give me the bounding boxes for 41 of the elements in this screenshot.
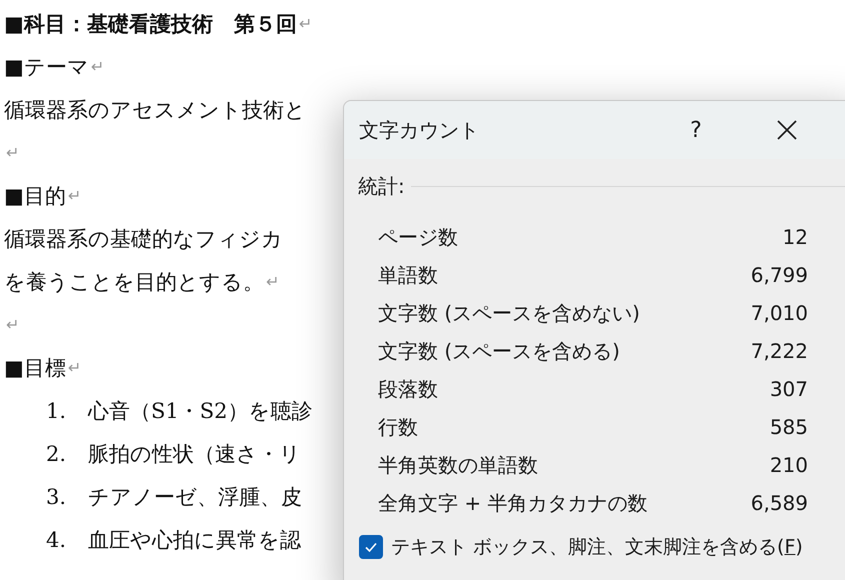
stat-label: ページ数: [378, 224, 458, 250]
stat-value: 210: [770, 453, 808, 477]
heading-text: ■科目：基礎看護技術 第５回: [4, 10, 297, 38]
paragraph-mark: ↵: [90, 57, 104, 76]
list-item-text: 1. 心音（S1・S2）を聴診: [46, 398, 312, 424]
stat-value: 12: [782, 225, 808, 249]
body-text: を養うことを目的とする。: [4, 268, 264, 296]
paragraph-mark: ↵: [68, 358, 82, 377]
list-item-text: 2. 脈拍の性状（速さ・リ: [46, 440, 301, 468]
heading-text: ■目標: [4, 354, 66, 382]
stat-value: 7,010: [750, 301, 808, 325]
paragraph-mark: ↵: [68, 186, 82, 205]
include-checkbox[interactable]: [359, 535, 383, 559]
stat-value: 6,799: [750, 263, 808, 287]
stat-value: 307: [770, 377, 808, 401]
help-button[interactable]: ?: [681, 118, 711, 142]
paragraph-mark: ↵: [298, 14, 312, 33]
stat-value: 6,589: [750, 491, 808, 515]
paragraph-mark: ↵: [6, 315, 20, 334]
list-item-text: 4. 血圧や心拍に異常を認: [46, 526, 301, 554]
heading-text: ■テーマ: [4, 54, 89, 80]
stat-label: 行数: [378, 414, 418, 440]
stat-value: 7,222: [750, 339, 808, 363]
stat-label: 段落数: [378, 376, 438, 402]
heading-text: ■目的: [4, 182, 66, 210]
paragraph-mark: ↵: [266, 272, 280, 291]
stat-label: 文字数 (スペースを含める): [378, 338, 620, 364]
stat-label: 半角英数の単語数: [378, 452, 538, 478]
stat-label: 文字数 (スペースを含めない): [378, 300, 640, 326]
stat-value: 585: [770, 415, 808, 439]
body-text: 循環器系のアセスメント技術と: [4, 96, 306, 124]
list-item-text: 3. チアノーゼ、浮腫、皮: [46, 484, 302, 510]
check-icon: [364, 540, 378, 554]
close-icon: [776, 119, 798, 141]
section-label: 統計:: [358, 173, 405, 200]
body-text: 循環器系の基礎的なフィジカ: [4, 226, 283, 252]
checkbox-label[interactable]: テキスト ボックス、脚注、文末脚注を含める(F): [391, 534, 803, 560]
stat-label: 全角文字 + 半角カタカナの数: [378, 490, 648, 516]
stat-label: 単語数: [378, 262, 438, 288]
paragraph-mark: ↵: [6, 143, 20, 162]
dialog-title: 文字カウント: [359, 116, 480, 144]
